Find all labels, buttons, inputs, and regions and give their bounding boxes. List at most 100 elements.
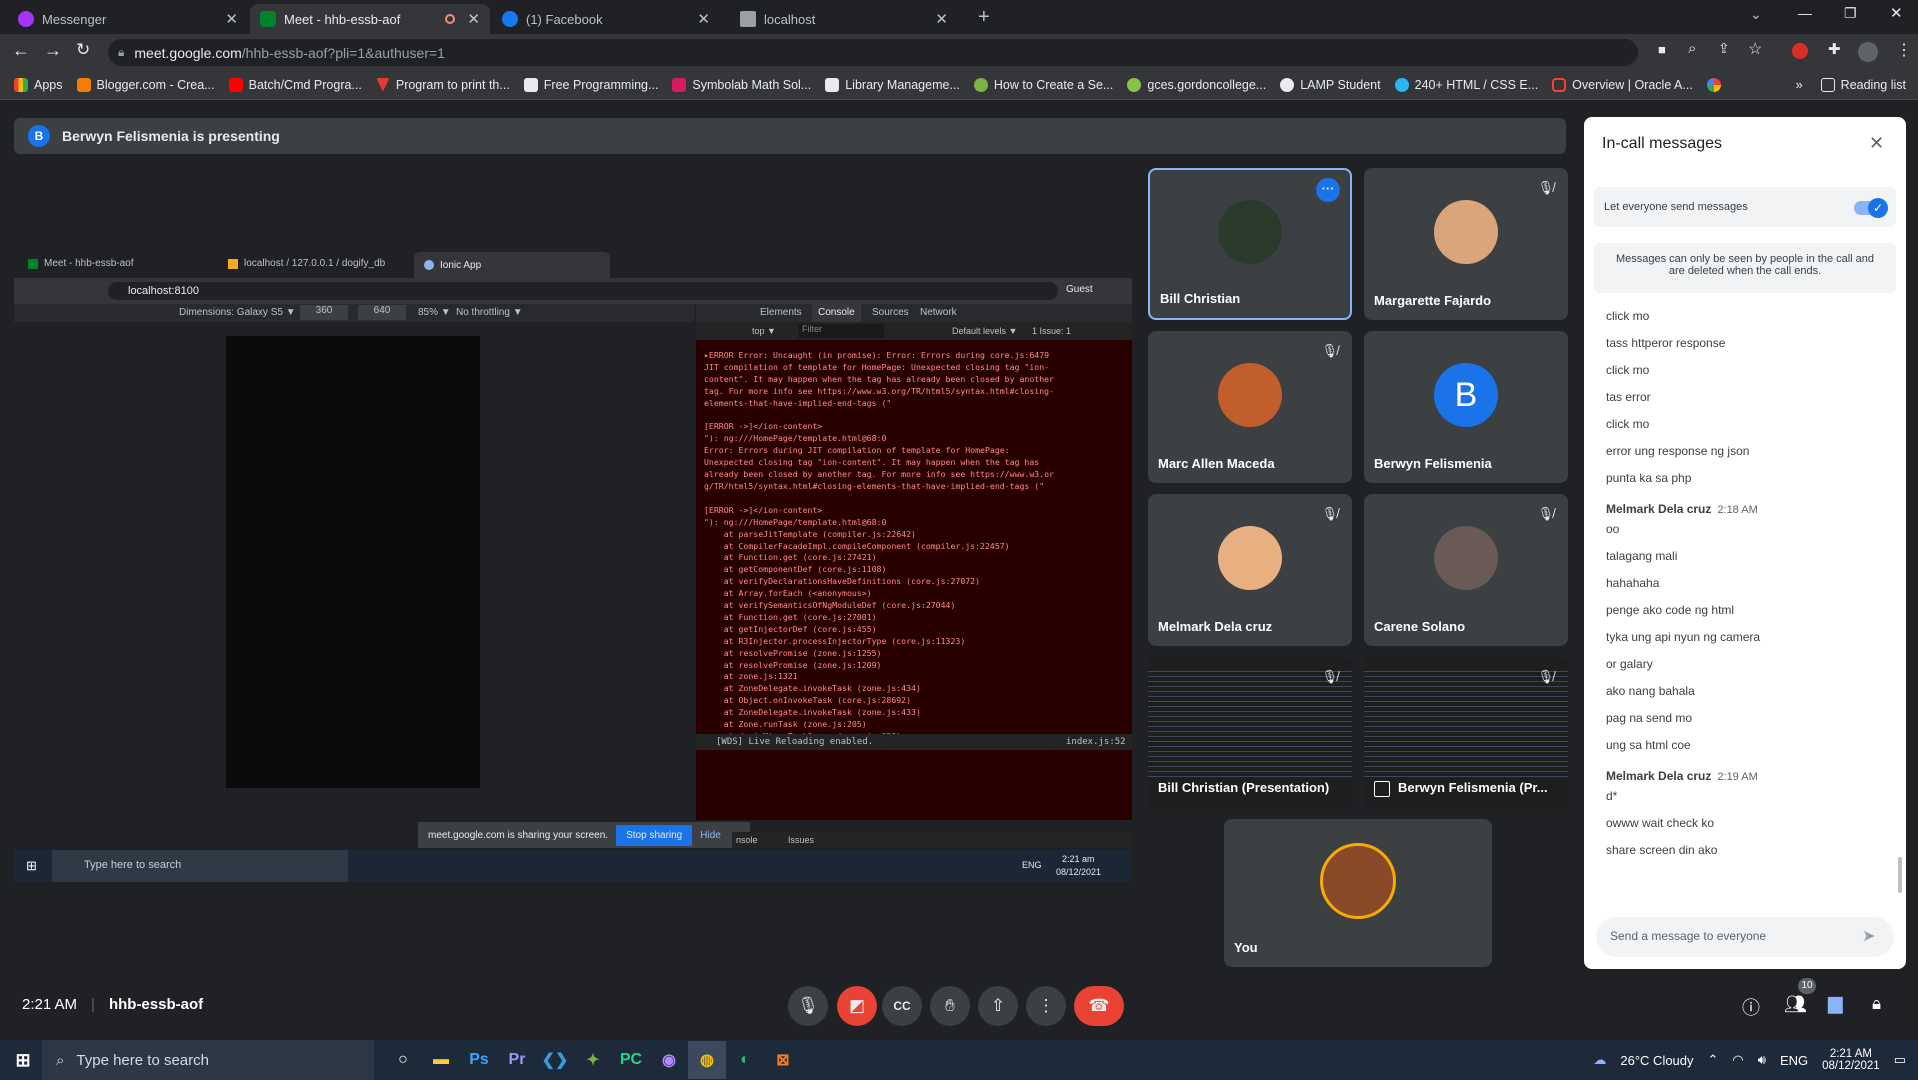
volume-icon[interactable]: 🔊︎ — [1758, 1052, 1766, 1068]
cortana-icon[interactable]: ○ — [384, 1041, 422, 1079]
tab-facebook[interactable]: (1) Facebook ✕ — [492, 4, 720, 34]
app-icon[interactable]: ✦ — [574, 1041, 612, 1079]
zoom-icon[interactable]: ⌕ — [1688, 40, 1696, 57]
chrome-icon[interactable]: ◍ — [688, 1041, 726, 1079]
camera-button[interactable]: ◩ — [837, 986, 877, 1026]
taskbar-search[interactable]: ⌕ Type here to search — [42, 1040, 374, 1080]
minimize-button[interactable]: — — [1798, 5, 1812, 21]
presentation-tile[interactable]: 🎙︎̸ Berwyn Felismenia (Pr... — [1364, 657, 1568, 809]
close-icon[interactable]: ✕ — [225, 10, 238, 28]
inner-tab-label: localhost / 127.0.0.1 / dogify_db — [244, 258, 386, 269]
more-options-button[interactable]: ⋮ — [1026, 986, 1066, 1026]
bookmark-symbolab[interactable]: Symbolab Math Sol... — [672, 77, 811, 92]
file-explorer-icon[interactable]: ▬ — [422, 1041, 460, 1079]
github-icon[interactable]: ◉ — [650, 1041, 688, 1079]
mic-button[interactable]: 🎙︎ — [788, 986, 828, 1026]
tab-meet[interactable]: Meet - hhb-essb-aof ✕ — [250, 4, 490, 34]
bookmark-gces[interactable]: gces.gordoncollege... — [1127, 77, 1266, 92]
participant-tile[interactable]: 🎙︎̸ Melmark Dela cruz — [1148, 494, 1352, 646]
camera-icon[interactable]: ■ — [1658, 42, 1666, 57]
pycharm-icon[interactable]: PC — [612, 1041, 650, 1079]
console-line: at getInjectorDef (core.js:455) — [704, 623, 877, 634]
vscode-icon[interactable]: ❮❯ — [536, 1041, 574, 1079]
close-icon[interactable]: ✕ — [697, 10, 710, 28]
self-tile[interactable]: You — [1224, 819, 1492, 967]
message-group: Melmark Dela cruz 2:19 AM d* owww wait ch… — [1584, 769, 1906, 864]
close-icon[interactable]: ✕ — [467, 10, 480, 28]
url-host: meet.google.com — [134, 44, 242, 61]
extension-icon[interactable] — [1792, 43, 1808, 59]
more-bookmarks-icon[interactable]: » — [1795, 77, 1802, 92]
close-icon[interactable]: ✕ — [935, 10, 948, 28]
captions-button[interactable]: CC — [882, 986, 922, 1026]
clock[interactable]: 2:21 AM 08/12/2021 — [1822, 1048, 1880, 1072]
puzzle-icon[interactable]: ✚ — [1828, 40, 1841, 58]
bookmark-library[interactable]: Library Manageme... — [825, 77, 960, 92]
bookmark-free-programming[interactable]: Free Programming... — [523, 77, 658, 92]
bookmark-batch[interactable]: Batch/Cmd Progra... — [228, 77, 362, 92]
tray-chevron-icon[interactable]: ⌃ — [1708, 1052, 1719, 1068]
host-controls-icon[interactable]: 🔒︎ — [1872, 994, 1881, 1014]
share-icon[interactable]: ⇪ — [1718, 40, 1730, 57]
bookmark-star-icon[interactable]: ☆ — [1748, 39, 1762, 59]
console-line: at Zone.runTask (zone.js:205) — [704, 719, 867, 730]
chat-scrollbar[interactable] — [1898, 857, 1902, 893]
more-options-icon[interactable]: ··· — [1316, 178, 1340, 202]
menu-icon[interactable]: ⋮ — [1896, 40, 1912, 60]
address-bar[interactable]: 🔒︎ meet.google.com/hhb-essb-aof?pli=1&au… — [108, 39, 1638, 66]
send-icon[interactable]: ➤ — [1862, 926, 1875, 946]
photoshop-icon[interactable]: Ps — [460, 1041, 498, 1079]
tab-messenger[interactable]: Messenger ✕ — [8, 4, 248, 34]
bookmark-html-css[interactable]: 240+ HTML / CSS E... — [1394, 77, 1538, 92]
wifi-icon[interactable]: ◠ — [1732, 1052, 1743, 1068]
profile-avatar[interactable] — [1858, 42, 1878, 62]
messages-toggle[interactable]: ✓ — [1854, 198, 1888, 218]
xampp-icon[interactable]: ⊠ — [764, 1041, 802, 1079]
bookmark-how-to[interactable]: How to Create a Se... — [973, 77, 1113, 92]
present-button[interactable]: ⇧ — [978, 986, 1018, 1026]
bookmark-google[interactable] — [1706, 77, 1721, 92]
windows-start-icon[interactable]: ⊞ — [4, 1041, 42, 1079]
tab-label: Meet - hhb-essb-aof — [284, 11, 401, 27]
inner-tray-time: 2:21 am — [1062, 854, 1095, 864]
bookmark-lamp[interactable]: LAMP Student — [1280, 77, 1381, 92]
participant-tile[interactable]: 🎙︎̸ Carene Solano — [1364, 494, 1568, 646]
bookmark-program[interactable]: Program to print th... — [375, 77, 510, 92]
participant-tile[interactable]: 🎙︎̸ Marc Allen Maceda — [1148, 331, 1352, 483]
bookmark-apps[interactable]: Apps — [14, 77, 63, 92]
close-window-button[interactable]: ✕ — [1890, 4, 1903, 22]
leave-call-button[interactable]: ☎︎ — [1074, 986, 1124, 1026]
participant-tile[interactable]: 🎙︎̸ Margarette Fajardo — [1364, 168, 1568, 320]
search-icon: ⌕ — [56, 1051, 65, 1069]
reload-icon[interactable]: ↻ — [76, 40, 90, 60]
restore-button[interactable]: ❐ — [1844, 5, 1857, 22]
presentation-tile[interactable]: 🎙︎̸ Bill Christian (Presentation) — [1148, 657, 1352, 809]
tab-localhost[interactable]: localhost ✕ — [730, 4, 958, 34]
chat-input[interactable]: Send a message to everyone ➤ — [1596, 917, 1894, 957]
close-icon[interactable]: ✕ — [1869, 133, 1884, 154]
bookmark-label: Blogger.com - Crea... — [96, 77, 215, 92]
chat-icon[interactable]: ▆ — [1828, 992, 1843, 1015]
edge-icon[interactable]: ◐ — [726, 1041, 764, 1079]
people-icon[interactable]: 👥︎ — [1784, 994, 1807, 1015]
site-icon — [523, 77, 538, 92]
participant-avatar — [1434, 199, 1498, 264]
chat-message: ung sa html coe — [1606, 738, 1691, 752]
reading-list-icon — [1820, 77, 1835, 92]
back-icon[interactable]: ← — [12, 40, 30, 61]
tab-search-icon[interactable]: ⌄ — [1750, 6, 1762, 23]
premiere-icon[interactable]: Pr — [498, 1041, 536, 1079]
info-icon[interactable]: ⓘ — [1742, 994, 1760, 1020]
weather-text[interactable]: 26°C Cloudy — [1620, 1053, 1693, 1068]
new-tab-button[interactable]: + — [978, 6, 990, 29]
language-indicator[interactable]: ENG — [1780, 1053, 1808, 1068]
raise-hand-button[interactable]: ✋︎ — [930, 986, 970, 1026]
participant-tile[interactable]: B Berwyn Felismenia — [1364, 331, 1568, 483]
participant-tile[interactable]: ··· Bill Christian — [1148, 168, 1352, 320]
notifications-icon[interactable]: ▭ — [1894, 1052, 1906, 1068]
forward-icon[interactable]: → — [44, 40, 62, 61]
bookmark-blogger[interactable]: Blogger.com - Crea... — [76, 77, 215, 92]
reading-list-button[interactable]: Reading list — [1820, 77, 1906, 92]
bookmark-oracle[interactable]: Overview | Oracle A... — [1552, 77, 1693, 92]
console-line: at zone.js:1321 — [704, 671, 798, 682]
